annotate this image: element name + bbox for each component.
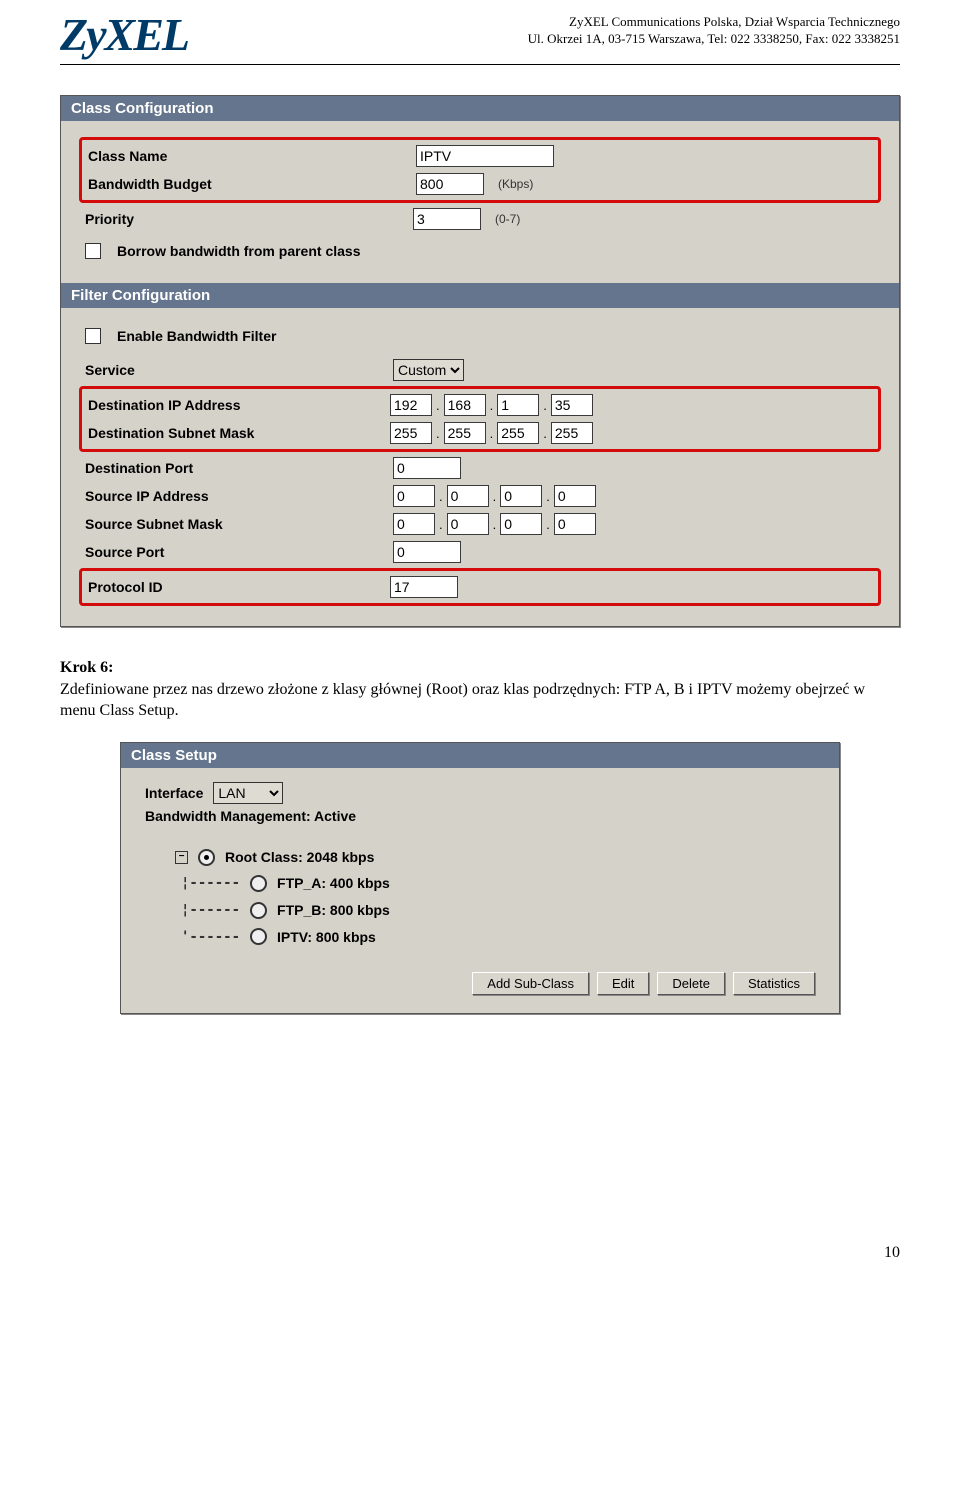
class-name-input[interactable]: [416, 145, 554, 167]
tree-root-radio[interactable]: [198, 849, 215, 866]
tree-branch-icon: '------: [181, 924, 240, 951]
row-priority: Priority (0-7): [85, 205, 875, 233]
src-ip-group: . . .: [393, 485, 596, 507]
tree-child-iptv: '------ IPTV: 800 kbps: [181, 924, 815, 951]
class-tree: − Root Class: 2048 kbps ¦------ FTP_A: 4…: [175, 844, 815, 950]
row-enable-filter: Enable Bandwidth Filter: [85, 322, 875, 350]
label-dest-ip: Destination IP Address: [88, 397, 382, 413]
row-dest-mask: Destination Subnet Mask . . .: [88, 419, 872, 447]
priority-input[interactable]: [413, 208, 481, 230]
dest-mask-2[interactable]: [444, 422, 486, 444]
label-bwm-active: Bandwidth Management: Active: [145, 808, 815, 824]
tree-child-ftpb: ¦------ FTP_B: 800 kbps: [181, 897, 815, 924]
label-src-mask: Source Subnet Mask: [85, 516, 385, 532]
src-ip-3[interactable]: [500, 485, 542, 507]
step-paragraph: Zdefiniowane przez nas drzewo złożone z …: [60, 681, 865, 720]
dest-ip-3[interactable]: [497, 394, 539, 416]
tree-children: ¦------ FTP_A: 400 kbps ¦------ FTP_B: 8…: [181, 870, 815, 950]
dest-ip-group: . . .: [390, 394, 593, 416]
logo: ZyXEL: [60, 12, 188, 58]
dest-ip-4[interactable]: [551, 394, 593, 416]
label-bw-budget: Bandwidth Budget: [88, 176, 408, 192]
row-service: Service Custom: [85, 356, 875, 384]
header-line2: Ul. Okrzei 1A, 03-715 Warszawa, Tel: 022…: [528, 31, 900, 48]
delete-button[interactable]: Delete: [657, 972, 725, 995]
statistics-button[interactable]: Statistics: [733, 972, 815, 995]
src-ip-1[interactable]: [393, 485, 435, 507]
tree-branch-icon: ¦------: [181, 870, 240, 897]
header-line1: ZyXEL Communications Polska, Dział Wspar…: [528, 14, 900, 31]
dest-mask-group: . . .: [390, 422, 593, 444]
protocol-id-input[interactable]: [390, 576, 458, 598]
button-row: Add Sub-Class Edit Delete Statistics: [145, 972, 815, 995]
row-src-mask: Source Subnet Mask . . .: [85, 510, 875, 538]
dest-mask-4[interactable]: [551, 422, 593, 444]
dest-port-input[interactable]: [393, 457, 461, 479]
tree-root-row: − Root Class: 2048 kbps: [175, 844, 815, 871]
label-protocol-id: Protocol ID: [88, 579, 382, 595]
tree-child-ftpa: ¦------ FTP_A: 400 kbps: [181, 870, 815, 897]
row-src-ip: Source IP Address . . .: [85, 482, 875, 510]
bw-budget-input[interactable]: [416, 173, 484, 195]
page-number: 10: [60, 1244, 900, 1262]
label-borrow: Borrow bandwidth from parent class: [117, 243, 360, 259]
src-port-input[interactable]: [393, 541, 461, 563]
class-config-title: Class Configuration: [61, 96, 899, 121]
tree-child-label: FTP_A: 400 kbps: [277, 870, 390, 897]
tree-child-radio[interactable]: [250, 902, 267, 919]
label-src-ip: Source IP Address: [85, 488, 385, 504]
class-config-panel: Class Configuration Class Name Bandwidth…: [60, 95, 900, 627]
src-mask-1[interactable]: [393, 513, 435, 535]
row-dest-port: Destination Port: [85, 454, 875, 482]
tree-child-label: IPTV: 800 kbps: [277, 924, 376, 951]
dest-ip-2[interactable]: [444, 394, 486, 416]
edit-button[interactable]: Edit: [597, 972, 649, 995]
row-protocol-id: Protocol ID: [88, 573, 872, 601]
src-mask-group: . . .: [393, 513, 596, 535]
enable-filter-checkbox[interactable]: [85, 328, 101, 344]
dest-ip-1[interactable]: [390, 394, 432, 416]
header-company-info: ZyXEL Communications Polska, Dział Wspar…: [528, 12, 900, 48]
src-mask-4[interactable]: [554, 513, 596, 535]
src-ip-4[interactable]: [554, 485, 596, 507]
priority-range: (0-7): [495, 212, 520, 226]
step-label: Krok 6:: [60, 659, 113, 676]
src-mask-3[interactable]: [500, 513, 542, 535]
service-select[interactable]: Custom: [393, 359, 464, 381]
label-priority: Priority: [85, 211, 405, 227]
label-class-name: Class Name: [88, 148, 408, 164]
tree-branch-icon: ¦------: [181, 897, 240, 924]
dest-mask-1[interactable]: [390, 422, 432, 444]
tree-child-radio[interactable]: [250, 875, 267, 892]
bw-budget-unit: (Kbps): [498, 177, 533, 191]
label-src-port: Source Port: [85, 544, 385, 560]
row-borrow: Borrow bandwidth from parent class: [85, 237, 875, 265]
row-src-port: Source Port: [85, 538, 875, 566]
class-setup-panel: Class Setup Interface LAN Bandwidth Mana…: [120, 742, 840, 1014]
row-dest-ip: Destination IP Address . . .: [88, 391, 872, 419]
tree-child-label: FTP_B: 800 kbps: [277, 897, 390, 924]
add-sub-class-button[interactable]: Add Sub-Class: [472, 972, 589, 995]
interface-select[interactable]: LAN: [213, 782, 283, 804]
step-text: Krok 6: Zdefiniowane przez nas drzewo zł…: [60, 657, 900, 722]
label-dest-port: Destination Port: [85, 460, 385, 476]
label-dest-mask: Destination Subnet Mask: [88, 425, 382, 441]
tree-collapse-icon[interactable]: −: [175, 851, 188, 864]
label-service: Service: [85, 362, 385, 378]
page-header: ZyXEL ZyXEL Communications Polska, Dział…: [60, 12, 900, 65]
borrow-checkbox[interactable]: [85, 243, 101, 259]
class-setup-title: Class Setup: [121, 743, 839, 768]
src-ip-2[interactable]: [447, 485, 489, 507]
dest-mask-3[interactable]: [497, 422, 539, 444]
row-interface: Interface LAN: [145, 782, 815, 804]
row-class-name: Class Name: [88, 142, 872, 170]
tree-root-label: Root Class: 2048 kbps: [225, 844, 374, 871]
label-interface: Interface: [145, 785, 203, 801]
src-mask-2[interactable]: [447, 513, 489, 535]
tree-child-radio[interactable]: [250, 928, 267, 945]
row-bw-budget: Bandwidth Budget (Kbps): [88, 170, 872, 198]
filter-config-title: Filter Configuration: [61, 283, 899, 308]
label-enable-filter: Enable Bandwidth Filter: [117, 328, 276, 344]
